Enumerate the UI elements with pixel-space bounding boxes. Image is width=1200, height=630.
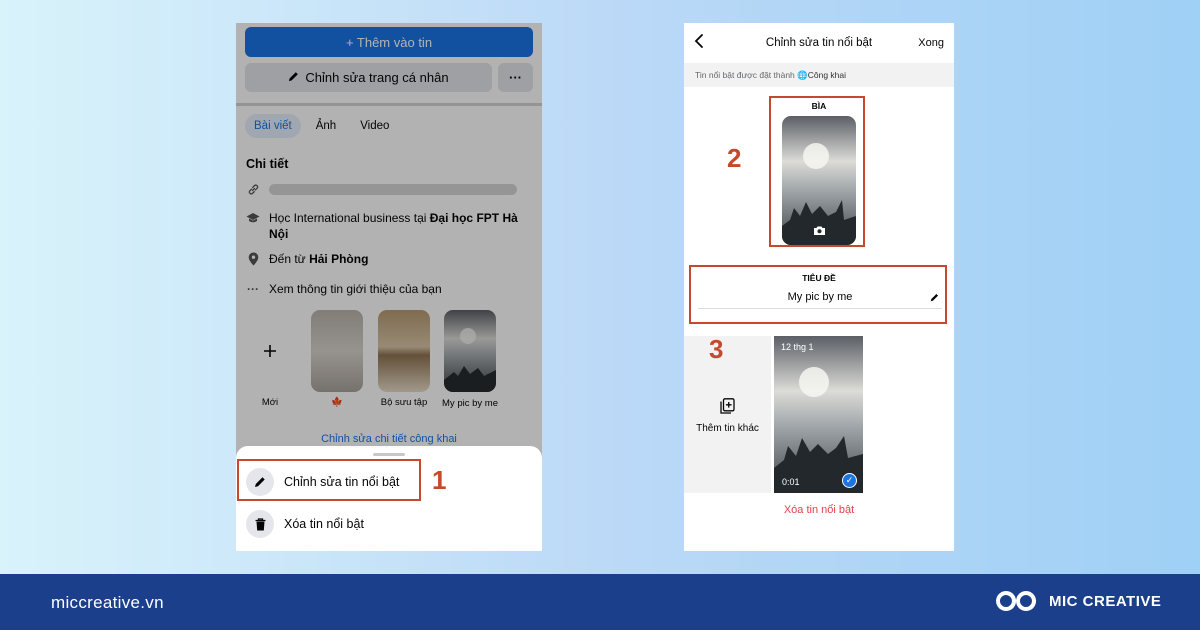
footer-bar: miccreative.vn MIC CREATIVE [0, 574, 1200, 630]
annotation-box-1 [237, 459, 421, 501]
privacy-value[interactable]: Công khai [808, 70, 846, 80]
checkmark-icon[interactable]: ✓ [842, 473, 857, 488]
footer-site-link[interactable]: miccreative.vn [51, 593, 164, 613]
sheet-grabber[interactable] [373, 453, 405, 456]
annotation-number-3: 3 [709, 334, 724, 364]
story-thumbnail[interactable]: 12 thg 1 0:01 ✓ [774, 336, 863, 493]
story-duration: 0:01 [782, 477, 800, 487]
infinity-logo-icon [996, 591, 1037, 611]
add-more-label: Thêm tin khác [696, 423, 759, 434]
brand-name: MIC CREATIVE [1049, 592, 1162, 610]
delete-highlight-link[interactable]: Xóa tin nổi bật [684, 504, 954, 516]
add-stories-icon [684, 398, 771, 417]
annotation-box-3 [689, 265, 947, 324]
annotation-box-2 [769, 96, 865, 247]
header-title: Chỉnh sửa tin nổi bật [765, 37, 873, 49]
annotation-number-1: 1 [432, 465, 447, 495]
add-more-stories-tile[interactable]: Thêm tin khác [684, 336, 771, 493]
story-date: 12 thg 1 [781, 342, 814, 352]
globe-icon: 🌐 [797, 70, 808, 80]
trash-icon [246, 510, 274, 538]
delete-highlight-label: Xóa tin nổi bật [284, 517, 364, 531]
privacy-notice: Tin nổi bật được đặt thành 🌐Công khai [684, 63, 954, 87]
delete-highlight-option[interactable]: Xóa tin nổi bật [246, 510, 364, 538]
privacy-prefix: Tin nổi bật được đặt thành [695, 70, 798, 80]
edit-highlight-header: Chỉnh sửa tin nổi bật Xong [684, 23, 954, 63]
brand-logo: MIC CREATIVE [992, 587, 1161, 615]
done-button[interactable]: Xong [918, 37, 944, 49]
annotation-number-2: 2 [727, 143, 742, 173]
